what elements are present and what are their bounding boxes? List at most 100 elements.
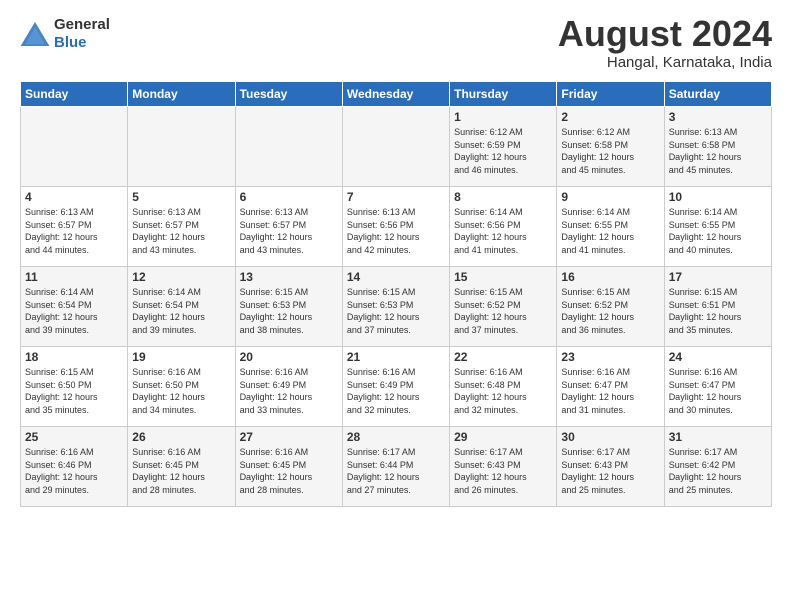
day-number: 19 xyxy=(132,350,230,364)
day-info: Sunrise: 6:16 AM Sunset: 6:46 PM Dayligh… xyxy=(25,446,123,496)
table-row: 19 Sunrise: 6:16 AM Sunset: 6:50 PM Dayli… xyxy=(128,347,235,427)
day-info: Sunrise: 6:14 AM Sunset: 6:55 PM Dayligh… xyxy=(561,206,659,256)
day-number: 24 xyxy=(669,350,767,364)
table-row: 1Sunrise: 6:12 AM Sunset: 6:59 PM Daylig… xyxy=(450,107,557,187)
calendar-subtitle: Hangal, Karnataka, India xyxy=(558,54,772,71)
day-number: 27 xyxy=(240,430,338,444)
logo: General Blue xyxy=(20,16,110,52)
day-info: Sunrise: 6:13 AM Sunset: 6:57 PM Dayligh… xyxy=(240,206,338,256)
day-info: Sunrise: 6:13 AM Sunset: 6:57 PM Dayligh… xyxy=(132,206,230,256)
day-number: 16 xyxy=(561,270,659,284)
table-row: 15 Sunrise: 6:15 AM Sunset: 6:52 PM Dayli… xyxy=(450,267,557,347)
header: General Blue August 2024 Hangal, Karnata… xyxy=(20,16,772,71)
day-info: Sunrise: 6:15 AM Sunset: 6:51 PM Dayligh… xyxy=(669,286,767,336)
table-row: 16Sunrise: 6:15 AM Sunset: 6:52 PM Dayli… xyxy=(557,267,664,347)
logo-general: General xyxy=(54,16,110,33)
table-row: 23 Sunrise: 6:16 AM Sunset: 6:47 PM Dayli… xyxy=(557,347,664,427)
day-info: Sunrise: 6:12 AM Sunset: 6:58 PM Dayligh… xyxy=(561,126,659,176)
table-row xyxy=(128,107,235,187)
day-info: Sunrise: 6:13 AM Sunset: 6:57 PM Dayligh… xyxy=(25,206,123,256)
day-info: Sunrise: 6:16 AM Sunset: 6:47 PM Dayligh… xyxy=(669,366,767,416)
table-row: 3 Sunrise: 6:13 AM Sunset: 6:58 PM Daylig… xyxy=(664,107,771,187)
day-info: Sunrise: 6:15 AM Sunset: 6:52 PM Dayligh… xyxy=(454,286,552,336)
day-number: 7 xyxy=(347,190,445,204)
day-number: 11 xyxy=(25,270,123,284)
table-row: 20 Sunrise: 6:16 AM Sunset: 6:49 PM Dayli… xyxy=(235,347,342,427)
table-row xyxy=(21,107,128,187)
day-number: 30 xyxy=(561,430,659,444)
day-info: Sunrise: 6:16 AM Sunset: 6:49 PM Dayligh… xyxy=(347,366,445,416)
table-row: 21 Sunrise: 6:16 AM Sunset: 6:49 PM Dayli… xyxy=(342,347,449,427)
day-info: Sunrise: 6:15 AM Sunset: 6:53 PM Dayligh… xyxy=(240,286,338,336)
day-info: Sunrise: 6:16 AM Sunset: 6:47 PM Dayligh… xyxy=(561,366,659,416)
table-row: 10Sunrise: 6:14 AM Sunset: 6:55 PM Dayli… xyxy=(664,187,771,267)
table-row: 17 Sunrise: 6:15 AM Sunset: 6:51 PM Dayli… xyxy=(664,267,771,347)
table-row: 22 Sunrise: 6:16 AM Sunset: 6:48 PM Dayli… xyxy=(450,347,557,427)
day-info: Sunrise: 6:13 AM Sunset: 6:56 PM Dayligh… xyxy=(347,206,445,256)
table-row: 7 Sunrise: 6:13 AM Sunset: 6:56 PM Daylig… xyxy=(342,187,449,267)
day-info: Sunrise: 6:15 AM Sunset: 6:53 PM Dayligh… xyxy=(347,286,445,336)
table-row: 25 Sunrise: 6:16 AM Sunset: 6:46 PM Dayli… xyxy=(21,427,128,507)
day-info: Sunrise: 6:16 AM Sunset: 6:49 PM Dayligh… xyxy=(240,366,338,416)
day-info: Sunrise: 6:14 AM Sunset: 6:56 PM Dayligh… xyxy=(454,206,552,256)
day-info: Sunrise: 6:15 AM Sunset: 6:50 PM Dayligh… xyxy=(25,366,123,416)
day-number: 12 xyxy=(132,270,230,284)
day-info: Sunrise: 6:14 AM Sunset: 6:54 PM Dayligh… xyxy=(132,286,230,336)
table-row: 13Sunrise: 6:15 AM Sunset: 6:53 PM Dayli… xyxy=(235,267,342,347)
day-number: 23 xyxy=(561,350,659,364)
day-info: Sunrise: 6:17 AM Sunset: 6:43 PM Dayligh… xyxy=(561,446,659,496)
logo-icon xyxy=(20,22,50,46)
day-number: 18 xyxy=(25,350,123,364)
day-info: Sunrise: 6:17 AM Sunset: 6:43 PM Dayligh… xyxy=(454,446,552,496)
table-row: 9 Sunrise: 6:14 AM Sunset: 6:55 PM Daylig… xyxy=(557,187,664,267)
day-number: 9 xyxy=(561,190,659,204)
day-number: 17 xyxy=(669,270,767,284)
table-row: 2Sunrise: 6:12 AM Sunset: 6:58 PM Daylig… xyxy=(557,107,664,187)
table-row: 14Sunrise: 6:15 AM Sunset: 6:53 PM Dayli… xyxy=(342,267,449,347)
table-row: 12 Sunrise: 6:14 AM Sunset: 6:54 PM Dayli… xyxy=(128,267,235,347)
day-number: 3 xyxy=(669,110,767,124)
table-row: 27 Sunrise: 6:16 AM Sunset: 6:45 PM Dayli… xyxy=(235,427,342,507)
day-number: 21 xyxy=(347,350,445,364)
col-monday: Monday xyxy=(128,82,235,107)
table-row: 26 Sunrise: 6:16 AM Sunset: 6:45 PM Dayli… xyxy=(128,427,235,507)
col-tuesday: Tuesday xyxy=(235,82,342,107)
table-row: 8Sunrise: 6:14 AM Sunset: 6:56 PM Daylig… xyxy=(450,187,557,267)
day-number: 26 xyxy=(132,430,230,444)
day-number: 28 xyxy=(347,430,445,444)
day-info: Sunrise: 6:14 AM Sunset: 6:54 PM Dayligh… xyxy=(25,286,123,336)
day-info: Sunrise: 6:13 AM Sunset: 6:58 PM Dayligh… xyxy=(669,126,767,176)
table-row xyxy=(235,107,342,187)
table-row: 11 Sunrise: 6:14 AM Sunset: 6:54 PM Dayli… xyxy=(21,267,128,347)
calendar-header-row: Sunday Monday Tuesday Wednesday Thursday… xyxy=(21,82,772,107)
table-row: 4 Sunrise: 6:13 AM Sunset: 6:57 PM Daylig… xyxy=(21,187,128,267)
table-row: 5 Sunrise: 6:13 AM Sunset: 6:57 PM Daylig… xyxy=(128,187,235,267)
day-info: Sunrise: 6:16 AM Sunset: 6:45 PM Dayligh… xyxy=(240,446,338,496)
day-info: Sunrise: 6:16 AM Sunset: 6:50 PM Dayligh… xyxy=(132,366,230,416)
day-number: 5 xyxy=(132,190,230,204)
day-number: 15 xyxy=(454,270,552,284)
day-number: 22 xyxy=(454,350,552,364)
day-info: Sunrise: 6:16 AM Sunset: 6:45 PM Dayligh… xyxy=(132,446,230,496)
table-row: 28 Sunrise: 6:17 AM Sunset: 6:44 PM Dayli… xyxy=(342,427,449,507)
page: General Blue August 2024 Hangal, Karnata… xyxy=(0,0,792,612)
logo-blue: Blue xyxy=(54,34,87,51)
calendar-week-row: 18 Sunrise: 6:15 AM Sunset: 6:50 PM Dayli… xyxy=(21,347,772,427)
day-number: 4 xyxy=(25,190,123,204)
day-info: Sunrise: 6:17 AM Sunset: 6:44 PM Dayligh… xyxy=(347,446,445,496)
table-row: 6 Sunrise: 6:13 AM Sunset: 6:57 PM Daylig… xyxy=(235,187,342,267)
table-row xyxy=(342,107,449,187)
col-wednesday: Wednesday xyxy=(342,82,449,107)
calendar-week-row: 4 Sunrise: 6:13 AM Sunset: 6:57 PM Daylig… xyxy=(21,187,772,267)
day-info: Sunrise: 6:12 AM Sunset: 6:59 PM Dayligh… xyxy=(454,126,552,176)
day-number: 6 xyxy=(240,190,338,204)
logo-text: General Blue xyxy=(54,16,110,52)
day-number: 20 xyxy=(240,350,338,364)
calendar-title: August 2024 xyxy=(558,16,772,52)
day-number: 25 xyxy=(25,430,123,444)
calendar-table: Sunday Monday Tuesday Wednesday Thursday… xyxy=(20,81,772,507)
table-row: 31Sunrise: 6:17 AM Sunset: 6:42 PM Dayli… xyxy=(664,427,771,507)
col-saturday: Saturday xyxy=(664,82,771,107)
calendar-week-row: 1Sunrise: 6:12 AM Sunset: 6:59 PM Daylig… xyxy=(21,107,772,187)
day-info: Sunrise: 6:16 AM Sunset: 6:48 PM Dayligh… xyxy=(454,366,552,416)
